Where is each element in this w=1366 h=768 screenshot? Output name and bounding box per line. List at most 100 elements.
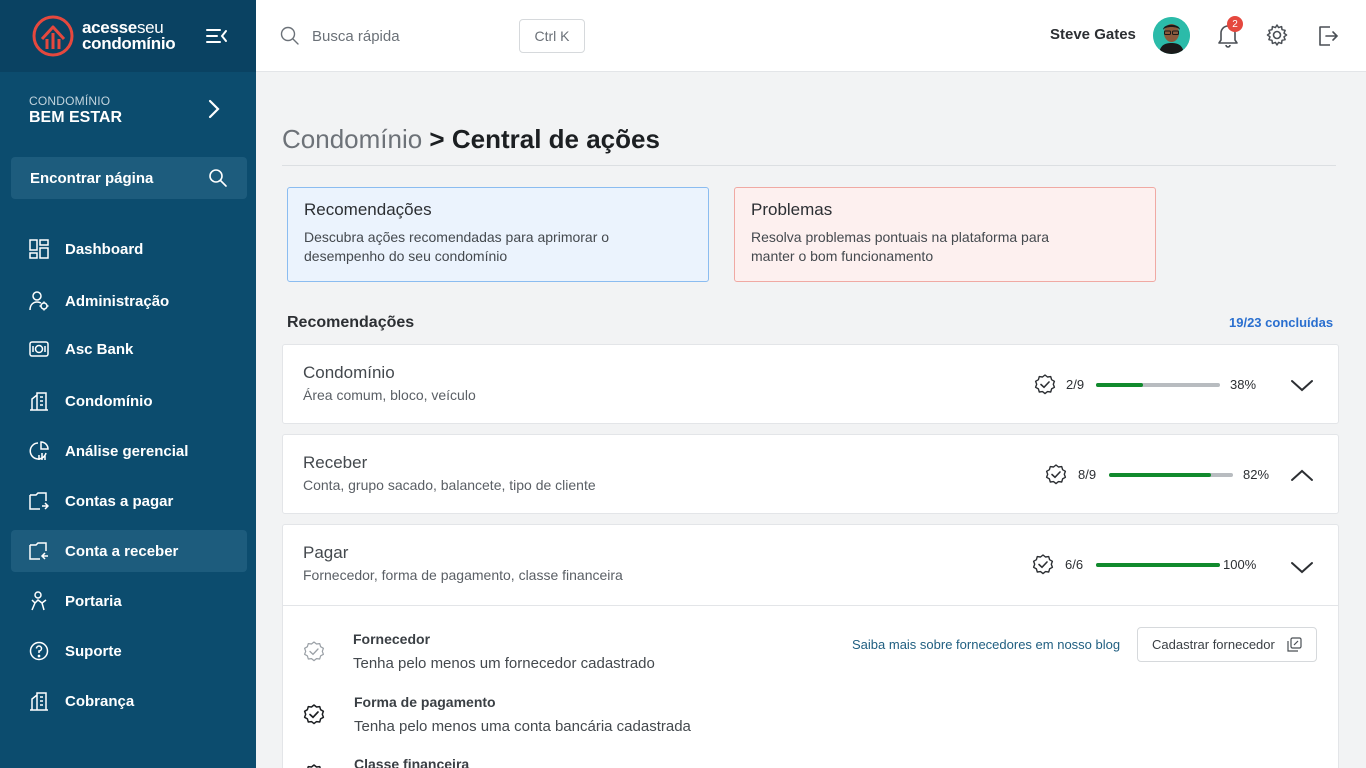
recommendations-card[interactable]: Recomendações Descubra ações recomendada… [287,187,709,282]
sidebar: acesseseu condomínio CONDOMÍNIO BEM ESTA… [0,0,256,768]
sidebar-item-dashboard[interactable]: Dashboard [11,228,247,270]
sidebar-item-asc-bank[interactable]: Asc Bank [11,328,247,370]
logo-house-icon [32,15,74,57]
page-title: Condomínio > Central de ações [282,124,660,155]
progress-bar [1109,473,1233,477]
topbar: Ctrl K Steve Gates 2 [256,0,1366,72]
progress-fraction: 2/9 [1066,377,1085,392]
sidebar-item-administracao[interactable]: Administração [11,280,247,322]
sidebar-item-label: Suporte [65,642,122,660]
brand-name: acesseseu condomínio [82,18,176,53]
gear-icon[interactable] [1265,23,1289,47]
breadcrumb-separator: > [422,124,452,154]
admin-icon [29,291,49,311]
help-icon [29,641,49,661]
task-description: Tenha pelo menos um fornecedor cadastrad… [353,655,655,672]
dashboard-icon [29,239,49,259]
chevron-down-icon[interactable] [1290,376,1314,394]
condo-label: CONDOMÍNIO [29,94,111,108]
accordion-title: Condomínio [303,363,395,382]
progress-bar-fill [1096,563,1220,567]
accordion-title: Receber [303,453,368,472]
progress-bar [1096,383,1220,387]
avatar[interactable] [1153,17,1190,54]
analytics-icon [29,441,49,460]
breadcrumb[interactable]: Condomínio [282,124,422,154]
collapse-menu-icon[interactable] [206,26,228,46]
accordion-receber: Receber Conta, grupo sacado, balancete, … [282,434,1339,514]
payables-icon [29,492,49,510]
section-title: Recomendações [287,314,415,331]
user-name[interactable]: Steve Gates [1050,26,1136,43]
condo-name: BEM ESTAR [29,109,123,126]
progress-bar-fill [1096,383,1144,387]
problems-card[interactable]: Problemas Resolva problemas pontuais na … [734,187,1156,282]
accordion-title: Pagar [303,543,349,562]
sidebar-item-condominio[interactable]: Condomínio [11,380,247,422]
task-title: Fornecedor [353,631,431,647]
search-icon [209,169,227,187]
learn-more-link[interactable]: Saiba mais sobre fornecedores em nosso b… [852,637,1120,652]
user-avatar-icon [1153,17,1190,54]
card-title: Problemas [751,200,833,219]
sidebar-item-cobranca[interactable]: Cobrança [11,680,247,722]
receivables-icon [29,542,48,560]
sidebar-item-analise-gerencial[interactable]: Análise gerencial [11,430,247,472]
sidebar-item-contas-a-pagar[interactable]: Contas a pagar [11,480,247,522]
accordion-subtitle: Conta, grupo sacado, balancete, tipo de … [303,477,596,493]
find-page-button[interactable]: Encontrar página [11,157,247,199]
sidebar-item-label: Condomínio [65,392,153,410]
button-label: Cadastrar fornecedor [1152,637,1275,652]
chevron-down-icon[interactable] [1290,558,1314,576]
completed-count[interactable]: 19/23 concluídas [1229,315,1333,330]
progress-fraction: 6/6 [1065,557,1084,572]
progress-percent: 100% [1223,557,1257,572]
sidebar-item-label: Contas a pagar [65,492,174,510]
sidebar-item-label: Dashboard [65,240,144,258]
gate-icon [31,591,47,611]
sidebar-item-label: Asc Bank [65,340,134,358]
billing-icon [30,692,48,711]
badge-check-icon [1034,374,1056,395]
find-page-label: Encontrar página [30,169,154,187]
sidebar-item-portaria[interactable]: Portaria [11,580,247,622]
accordion-header[interactable]: Condomínio Área comum, bloco, veículo 2/… [283,345,1338,425]
chevron-right-icon[interactable] [207,98,221,120]
quick-search-input[interactable] [312,22,512,50]
progress-percent: 82% [1243,467,1270,482]
sidebar-item-label: Portaria [65,592,122,610]
brand-logo[interactable]: acesseseu condomínio [30,15,176,57]
accordion-header[interactable]: Receber Conta, grupo sacado, balancete, … [283,435,1338,515]
sidebar-item-suporte[interactable]: Suporte [11,630,247,672]
open-external-icon [1287,637,1302,652]
notification-count-badge: 2 [1227,16,1243,32]
badge-check-icon [307,764,321,768]
card-description: Descubra ações recomendadas para aprimor… [304,229,610,264]
sidebar-item-label: Administração [65,292,170,310]
progress-bar [1096,563,1220,567]
logout-icon[interactable] [1316,24,1340,48]
accordion-header[interactable]: Pagar Fornecedor, forma de pagamento, cl… [283,525,1338,605]
badge-check-icon [1032,554,1054,575]
sidebar-item-label: Cobrança [65,692,135,710]
progress-bar-fill [1109,473,1211,477]
chevron-up-icon[interactable] [1290,466,1314,484]
building-icon [30,392,48,411]
register-supplier-button[interactable]: Cadastrar fornecedor [1137,627,1317,662]
search-icon [280,26,299,45]
card-title: Recomendações [304,200,432,219]
bank-icon [29,341,49,357]
sidebar-item-label: Análise gerencial [65,442,189,460]
task-description: Tenha pelo menos uma conta bancária cada… [354,718,691,735]
progress-percent: 38% [1230,377,1257,392]
sidebar-item-conta-a-receber[interactable]: Conta a receber [11,530,247,572]
search-shortcut-hint: Ctrl K [519,19,585,53]
title-divider [282,165,1336,166]
task-title: Forma de pagamento [354,694,496,710]
card-description: Resolva problemas pontuais na plataforma… [751,229,1050,264]
accordion-pagar: Pagar Fornecedor, forma de pagamento, cl… [282,524,1339,768]
badge-check-pending-icon [304,641,324,662]
accordion-subtitle: Área comum, bloco, veículo [303,387,476,403]
badge-check-icon [1045,464,1067,485]
page-title-text: Central de ações [451,124,660,154]
